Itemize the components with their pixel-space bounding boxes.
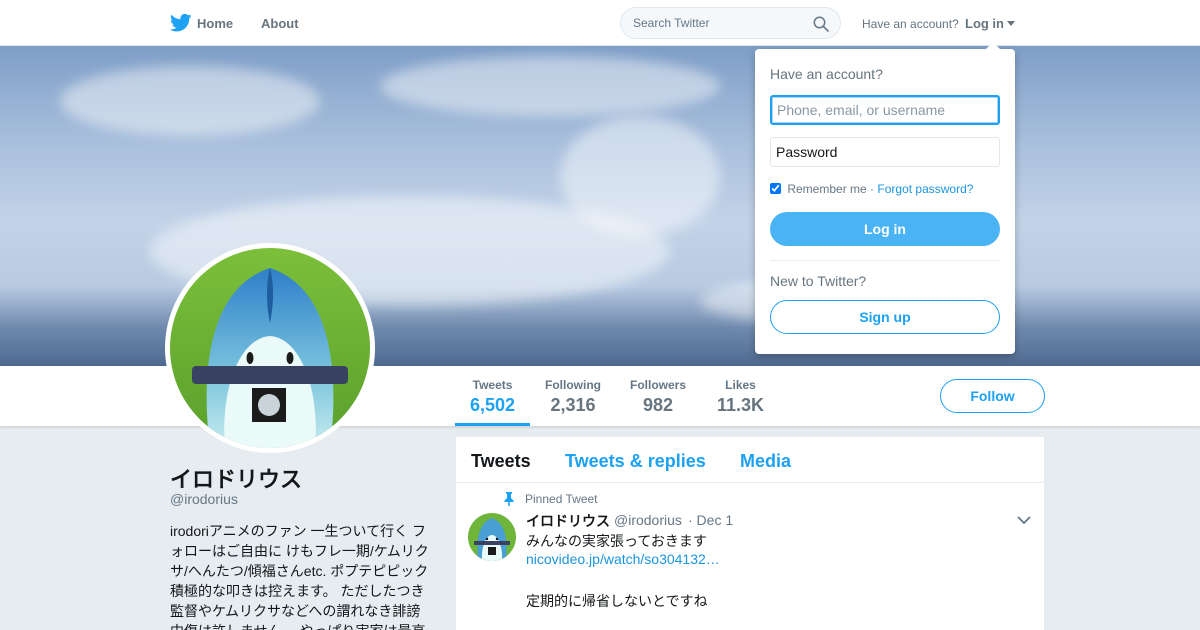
stat-label: Tweets [472,378,513,392]
pinned-label: Pinned Tweet [525,492,598,506]
stat-value: 6,502 [470,395,516,415]
login-button[interactable]: Log in [770,212,1000,246]
tweet-avatar[interactable] [468,513,516,561]
profile-handle[interactable]: @irodorius [170,491,238,507]
dropdown-title: Have an account? [770,66,883,82]
remember-row: Remember me · Forgot password? [770,182,973,196]
profile-bio: irodoriアニメのファン 一生ついて行く フ ォローはご自由に けもフレ一期… [170,521,432,630]
stat-value: 11.3K [717,395,765,415]
top-nav-bar: Home About Have an account? Log in [0,0,1200,46]
search-box[interactable] [620,7,841,39]
search-input[interactable] [633,8,813,38]
bio-line: 監督やケムリクサなどへの謂れなき誹謗 [170,603,421,619]
nav-home-link[interactable]: Home [197,16,233,31]
nav-about-link[interactable]: About [261,16,299,31]
timeline-tabs: Tweets Tweets & replies Media [456,437,1044,483]
new-to-twitter-label: New to Twitter? [770,273,867,289]
banner-cloud [380,56,720,116]
bio-line: 中傷は許しません。 やっぱり実家は最高 [170,621,432,630]
tweet-author-handle[interactable]: @irodorius [614,512,682,528]
bio-line: 積極的な叩きは控えます。 ただしたつき [170,583,425,599]
dropdown-divider [770,260,1000,261]
remember-me-label[interactable]: Remember me [787,182,866,196]
stat-value: 982 [642,395,674,415]
stat-followers[interactable]: Followers 982 [630,378,686,416]
stat-likes[interactable]: Likes 11.3K [717,378,764,416]
username-field[interactable] [770,95,1000,125]
avatar-image [170,248,370,448]
profile-avatar[interactable] [165,243,375,453]
forgot-password-link[interactable]: Forgot password? [877,182,973,196]
login-dropdown: Have an account? Remember me · Forgot pa… [755,42,1015,354]
remember-me-checkbox[interactable] [770,183,781,194]
bio-line: ォローはご自由に けもフレ一期/ケムリク [170,543,429,559]
banner-cloud [60,66,320,136]
stat-value: 2,316 [550,395,596,415]
separator-dot: · [870,182,875,196]
timeline: Tweets Tweets & replies Media Pinned Twe… [456,437,1044,630]
follow-button[interactable]: Follow [940,379,1045,413]
password-field[interactable] [770,137,1000,167]
chevron-down-icon[interactable] [1016,514,1032,526]
tab-media[interactable]: Media [740,451,791,472]
dropdown-caret [985,42,1001,50]
login-dropdown-toggle[interactable]: Log in [965,16,1015,31]
tab-tweets-replies[interactable]: Tweets & replies [565,451,706,472]
tweet-date[interactable]: · Dec 1 [688,512,733,528]
profile-name[interactable]: イロドリウス [170,462,302,494]
stat-label: Following [545,378,601,392]
stat-following[interactable]: Following 2,316 [545,378,601,416]
have-account-label: Have an account? [862,17,959,31]
tweet-author-name[interactable]: イロドリウス [526,511,610,531]
stat-label: Followers [630,378,687,392]
pin-icon [504,492,514,506]
stat-label: Likes [725,378,756,392]
tweet-text: 定期的に帰省しないとですね [526,593,708,609]
tweet-text: みんなの実家張っておきます [526,533,707,549]
bio-line: サ/へんたつ/傾福さんetc. ポプテピピック [170,563,429,579]
login-toggle-label: Log in [965,16,1004,31]
caret-down-icon [1007,21,1015,26]
signup-button[interactable]: Sign up [770,300,1000,334]
search-icon[interactable] [813,16,829,32]
tweet-link[interactable]: nicovideo.jp/watch/so304132… [526,551,720,567]
bio-line: irodoriアニメのファン 一生ついて行く フ [170,523,426,539]
twitter-bird-icon[interactable] [170,13,192,33]
active-stat-underline [455,423,530,426]
tab-tweets[interactable]: Tweets [471,451,531,472]
stat-tweets[interactable]: Tweets 6,502 [470,378,515,416]
